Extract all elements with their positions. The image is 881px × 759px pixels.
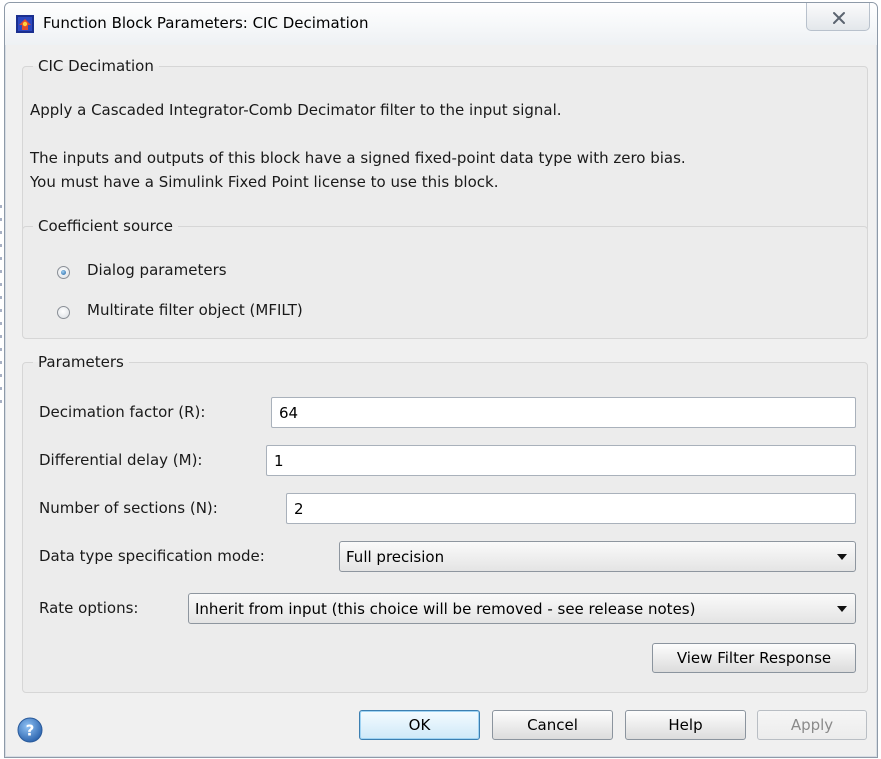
window-title: Function Block Parameters: CIC Decimatio… [43,14,369,32]
cancel-button[interactable]: Cancel [492,710,613,740]
number-of-sections-input[interactable] [286,493,856,524]
chevron-down-icon [837,554,847,560]
cic-group-legend: CIC Decimation [38,57,154,75]
title-bar: Function Block Parameters: CIC Decimatio… [5,3,877,45]
simulink-block-icon [15,14,35,34]
data-type-mode-value: Full precision [346,548,445,566]
number-of-sections-label: Number of sections (N): [39,499,218,517]
rate-options-select[interactable]: Inherit from input (this choice will be … [188,593,856,624]
differential-delay-label: Differential delay (M): [39,451,203,469]
close-icon [832,10,846,24]
radio-multirate-filter-object-label[interactable]: Multirate filter object (MFILT) [87,301,303,319]
ok-button[interactable]: OK [359,710,480,740]
dialog-window: Function Block Parameters: CIC Decimatio… [4,2,878,758]
left-edge-dashes [0,205,2,405]
svg-text:?: ? [26,722,35,740]
data-type-mode-label: Data type specification mode: [39,547,265,565]
decimation-factor-input[interactable] [271,397,856,428]
rate-options-value: Inherit from input (this choice will be … [195,600,696,618]
radio-dialog-parameters[interactable] [57,266,70,279]
help-button[interactable]: Help [625,710,746,740]
cic-note-line1: The inputs and outputs of this block hav… [30,149,686,167]
close-button[interactable] [806,3,870,31]
rate-options-label: Rate options: [39,599,139,617]
help-icon[interactable]: ? [17,717,43,743]
radio-dialog-parameters-label[interactable]: Dialog parameters [87,261,227,279]
chevron-down-icon [837,606,847,612]
differential-delay-input[interactable] [266,445,856,476]
apply-button[interactable]: Apply [757,710,867,740]
view-filter-response-button[interactable]: View Filter Response [652,643,856,673]
coefficient-source-legend: Coefficient source [38,217,173,235]
data-type-mode-select[interactable]: Full precision [339,541,856,572]
decimation-factor-label: Decimation factor (R): [39,403,206,421]
dialog-content: CIC Decimation Apply a Cascaded Integrat… [17,45,868,705]
radio-multirate-filter-object[interactable] [57,306,70,319]
cic-description: Apply a Cascaded Integrator-Comb Decimat… [30,101,562,119]
cic-note-line2: You must have a Simulink Fixed Point lic… [30,173,499,191]
parameters-legend: Parameters [38,353,124,371]
